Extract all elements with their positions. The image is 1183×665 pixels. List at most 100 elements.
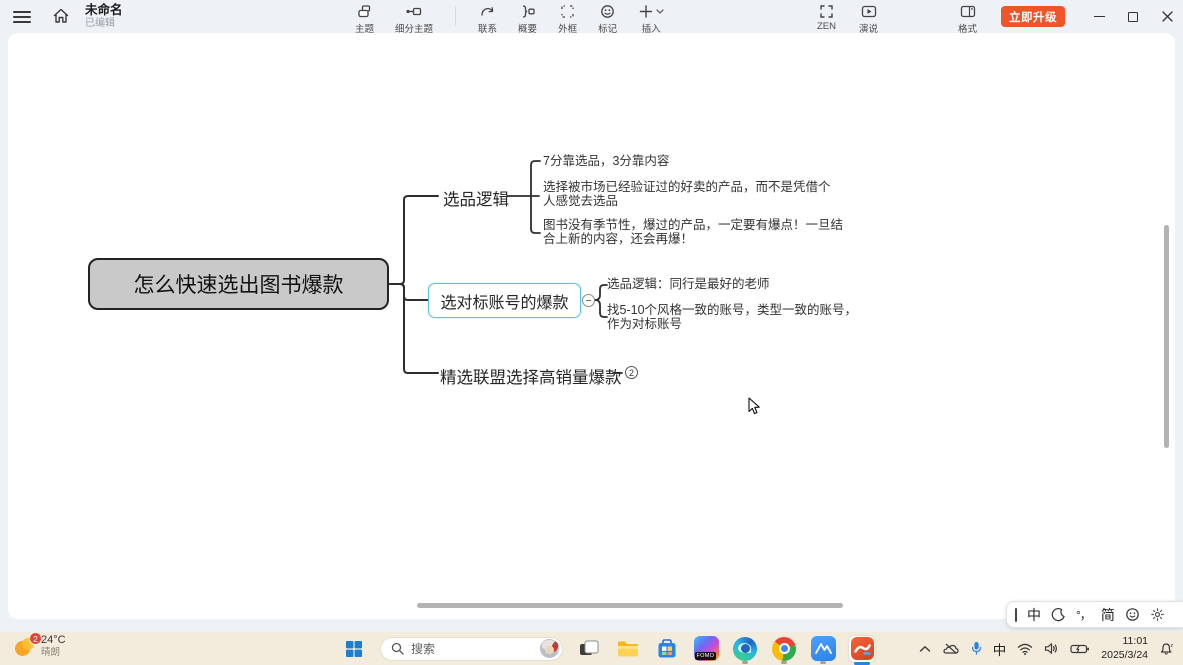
notification-bell-dnd-icon[interactable]: z (1159, 641, 1175, 656)
speaker-icon[interactable] (1044, 642, 1059, 655)
sun-icon: 2 (14, 635, 36, 657)
microsoft-store-button[interactable] (654, 636, 680, 662)
format-button[interactable]: 格式 (955, 2, 980, 36)
task-view-button[interactable] (576, 636, 602, 662)
branch-benchmark-accounts-selected[interactable]: 选对标账号的爆款 (428, 283, 581, 318)
ime-moon-icon[interactable] (1051, 607, 1066, 622)
ime-simplified-toggle[interactable]: 简 (1101, 608, 1115, 622)
taskbar: 2 24°C 晴朗 搜索 FOMO (0, 632, 1183, 665)
active-app-indicator (854, 662, 870, 665)
maximize-button[interactable] (1116, 0, 1150, 33)
mindmap-canvas[interactable] (8, 33, 1175, 619)
child-topic[interactable]: 选择被市场已经验证过的好卖的产品，而不是凭借个人感觉去选品 (543, 181, 835, 209)
tray-time: 11:01 (1101, 635, 1148, 648)
ime-language-toggle[interactable]: 中 (1027, 608, 1041, 622)
zen-mode-button[interactable]: ZEN (814, 2, 839, 36)
file-explorer-icon (616, 639, 640, 659)
child-topic[interactable]: 图书没有季节性，爆过的产品，一定要有爆点！一旦结合上新的内容，还会再爆！ (543, 219, 845, 247)
tray-ime-indicator[interactable]: 中 (993, 639, 1007, 659)
document-title-block[interactable]: 未命名 已编辑 (85, 3, 123, 30)
taskbar-search-input[interactable]: 搜索 (380, 637, 563, 661)
tray-chevron-up-icon[interactable] (919, 645, 931, 653)
maximize-icon (1128, 12, 1138, 22)
branch-alliance-bestsellers[interactable]: 精选联盟选择高销量爆款 (440, 364, 622, 388)
start-button[interactable] (341, 636, 367, 662)
child-topic[interactable]: 选品逻辑：同行是最好的老师 (607, 278, 770, 292)
ime-punctuation-toggle[interactable]: °， (1076, 609, 1091, 621)
edge-icon (733, 637, 757, 661)
child-topic[interactable]: 7分靠选品，3分靠内容 (543, 155, 669, 169)
topic-button[interactable]: 主题 (352, 2, 377, 36)
titlebar: 未命名 已编辑 主题 细分主题 联系 概要 外框 标记 (0, 0, 1183, 33)
weather-widget[interactable]: 2 24°C 晴朗 (14, 634, 66, 659)
insert-plus-icon (638, 3, 664, 20)
document-title: 未命名 (85, 3, 123, 17)
xmind-icon (851, 637, 874, 660)
minimize-button[interactable] (1082, 0, 1116, 33)
subtopic-button[interactable]: 细分主题 (392, 2, 436, 36)
onedrive-cloud-icon[interactable] (942, 642, 960, 655)
ime-settings-gear-icon[interactable] (1150, 607, 1165, 622)
close-button[interactable] (1150, 0, 1183, 33)
ime-toolbar: 中 °， 简 (1006, 601, 1183, 628)
topic-icon (356, 3, 373, 20)
gradient-app-icon: FOMO (694, 636, 719, 661)
search-highlight-avatar[interactable] (540, 639, 559, 658)
toolbar-right: ZEN 演说 (814, 2, 881, 36)
system-tray: 中 11:01 2025/3/24 z (919, 632, 1183, 665)
windows-logo-icon (345, 640, 363, 658)
tray-date: 2025/3/24 (1101, 649, 1148, 662)
gradient-app-button[interactable]: FOMO (693, 636, 719, 662)
marker-smiley-icon (599, 3, 616, 20)
subtopic-icon (405, 3, 423, 20)
presentation-button[interactable]: 演说 (856, 2, 881, 36)
vertical-scrollbar[interactable] (1164, 225, 1169, 448)
microphone-icon[interactable] (971, 641, 982, 656)
edge-button[interactable] (732, 636, 758, 662)
svg-text:z: z (1171, 643, 1174, 649)
chrome-button[interactable] (771, 636, 797, 662)
running-indicator (742, 661, 748, 664)
marker-button[interactable]: 标记 (595, 2, 620, 36)
ime-caret-icon (1015, 608, 1017, 622)
horizontal-scrollbar[interactable] (417, 603, 843, 608)
running-indicator (820, 661, 826, 664)
microsoft-store-icon (656, 638, 678, 660)
minimize-icon (1094, 16, 1105, 17)
child-topic[interactable]: 找5-10个风格一致的账号，类型一致的账号，作为对标账号 (607, 304, 865, 332)
summary-button[interactable]: 概要 (515, 2, 540, 36)
summary-icon (519, 3, 537, 20)
tray-clock[interactable]: 11:01 2025/3/24 (1101, 635, 1148, 661)
branch-selection-logic[interactable]: 选品逻辑 (443, 186, 509, 210)
weather-temp: 24°C (41, 634, 66, 647)
wifi-icon[interactable] (1017, 643, 1033, 655)
ime-emoji-icon[interactable] (1125, 607, 1140, 622)
relationship-button[interactable]: 联系 (475, 2, 500, 36)
collapse-toggle-button[interactable] (582, 294, 595, 307)
mountain-app-button[interactable] (810, 636, 836, 662)
search-icon (391, 642, 404, 655)
gradient-app-badge: FOMO (695, 652, 717, 660)
root-topic[interactable]: 怎么快速选出图书爆款 (88, 258, 389, 310)
relationship-icon (479, 3, 496, 20)
weather-condition: 晴朗 (41, 647, 66, 658)
collapsed-count-badge[interactable]: 2 (625, 366, 638, 379)
search-placeholder: 搜索 (411, 640, 533, 657)
document-status: 已编辑 (85, 18, 123, 30)
task-view-icon (578, 639, 600, 659)
mountain-app-icon (811, 636, 836, 661)
boundary-icon (559, 3, 576, 20)
chrome-icon (772, 637, 796, 661)
window-controls (1082, 0, 1183, 33)
hamburger-menu-icon[interactable] (13, 8, 31, 24)
zen-icon (818, 3, 835, 20)
upgrade-button[interactable]: 立即升级 (1001, 6, 1065, 27)
battery-charging-icon[interactable] (1070, 643, 1090, 655)
file-explorer-button[interactable] (615, 636, 641, 662)
home-icon[interactable] (51, 6, 71, 26)
format-panel-icon (959, 3, 977, 20)
close-icon (1162, 11, 1173, 22)
xmind-button-active[interactable] (849, 636, 875, 662)
insert-button[interactable]: 插入 (635, 2, 667, 36)
boundary-button[interactable]: 外框 (555, 2, 580, 36)
